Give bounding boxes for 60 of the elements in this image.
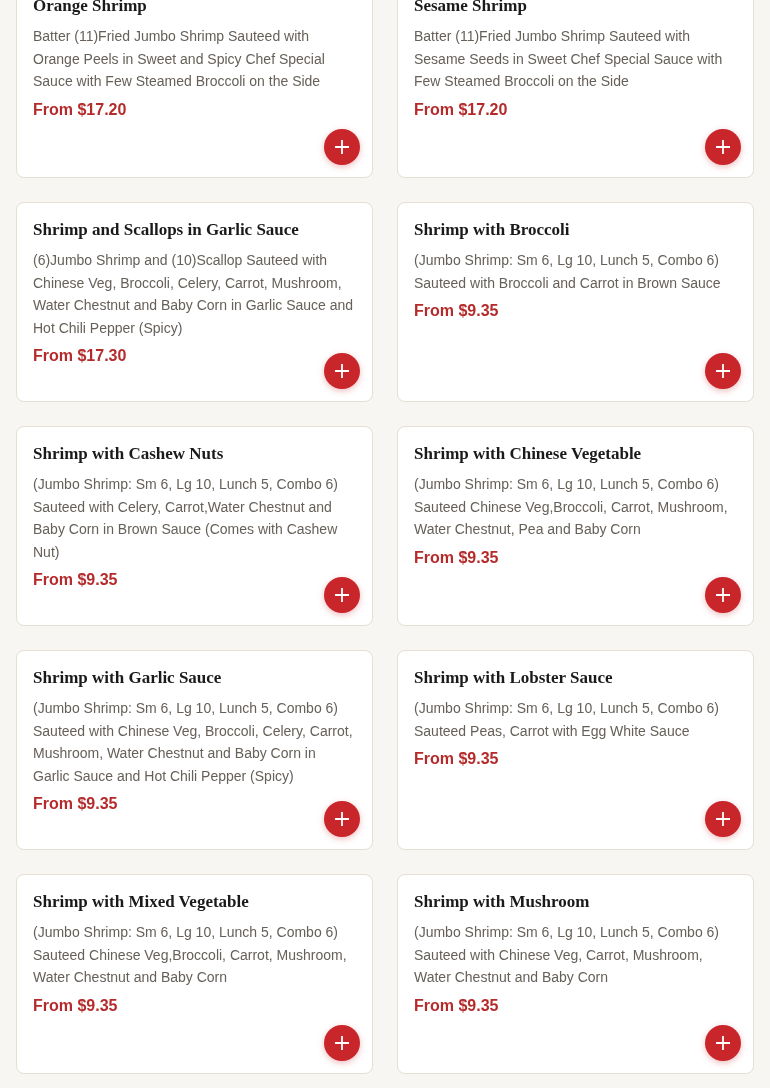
- plus-icon: [335, 588, 349, 602]
- menu-item-card[interactable]: Shrimp with Lobster Sauce (Jumbo Shrimp: Sm 6, Lg 10, Lunch 5, Combo 6) Sauteed Peas, Carrot with Egg White Sauce From $9.35: [397, 650, 754, 850]
- item-name: Shrimp with Mixed Vegetable: [33, 891, 250, 913]
- item-name: Shrimp with Chinese Vegetable: [414, 443, 643, 465]
- item-description: (Jumbo Shrimp: Sm 6, Lg 10, Lunch 5, Combo 6) Sauteed Chinese Veg,Broccoli, Carrot, Mushroom, Water Chestnut and Baby Corn: [33, 923, 348, 987]
- item-price: From $9.35: [33, 570, 119, 590]
- item-price: From $9.35: [414, 547, 500, 568]
- add-button[interactable]: [324, 801, 360, 837]
- plus-icon: [335, 364, 349, 378]
- item-description: (Jumbo Shrimp: Sm 6, Lg 10, Lunch 5, Combo 6) Sauteed Peas, Carrot with Egg White Sauce: [414, 699, 721, 741]
- plus-icon: [335, 812, 349, 826]
- menu-item-card[interactable]: [16, 650, 373, 850]
- menu-item-card[interactable]: Shrimp with Mushroom (Jumbo Shrimp: Sm 6, Lg 10, Lunch 5, Combo 6) Sauteed with Chinese Veg, Carrot, Mushroom, Water Chestnut and Baby Corn From $9.35: [397, 874, 754, 1074]
- item-name: Shrimp and Scallops in Garlic Sauce: [33, 219, 300, 241]
- item-price: From $9.35: [414, 995, 500, 1016]
- item-description: (6)Jumbo Shrimp and (10)Scallop Sauteed with Chinese Veg, Broccoli, Celery, Carrot, Mushroom, Water Chestnut and Baby Corn in Garlic Sauce and Hot Chili Pepper (Spicy): [33, 251, 355, 338]
- item-price: From $9.35: [33, 794, 119, 814]
- item-description: (Jumbo Shrimp: Sm 6, Lg 10, Lunch 5, Combo 6) Sauteed with Broccoli and Carrot in Brown Sauce: [414, 251, 722, 293]
- plus-icon: [716, 1036, 730, 1050]
- add-button[interactable]: [705, 577, 741, 613]
- item-description: (Jumbo Shrimp: Sm 6, Lg 10, Lunch 5, Combo 6) Sauteed with Chinese Veg, Broccoli, Celery, Carrot, Mushroom, Water Chestnut and Baby Corn in Garlic Sauce and Hot Chili Pepper (Spicy): [33, 699, 354, 786]
- item-price: From $9.35: [414, 749, 500, 769]
- item-name: Shrimp with Garlic Sauce: [33, 667, 223, 689]
- plus-icon: [716, 364, 730, 378]
- item-name: Shrimp with Lobster Sauce: [414, 667, 614, 689]
- item-name: Shrimp with Mushroom: [414, 891, 591, 913]
- menu-item-card[interactable]: Shrimp with Chinese Vegetable (Jumbo Shrimp: Sm 6, Lg 10, Lunch 5, Combo 6) Sauteed Chinese Veg,Broccoli, Carrot, Mushroom, Water Chestnut, Pea and Baby Corn From $9.35: [397, 426, 754, 626]
- menu-item-card[interactable]: [16, 202, 373, 402]
- add-button[interactable]: [705, 129, 741, 165]
- item-price: From $9.35: [414, 301, 500, 321]
- menu-item-card[interactable]: Shrimp with Broccoli (Jumbo Shrimp: Sm 6, Lg 10, Lunch 5, Combo 6) Sauteed with Broccoli and Carrot in Brown Sauce From $9.35: [397, 202, 754, 402]
- item-name: Shrimp with Broccoli: [414, 219, 571, 241]
- plus-icon: [716, 140, 730, 154]
- add-button[interactable]: [324, 353, 360, 389]
- item-description: Batter (11)Fried Jumbo Shrimp Sauteed with Orange Peels in Sweet and Spicy Chef Special Sauce with Few Steamed Broccoli on the Side: [33, 27, 326, 91]
- menu-item-card[interactable]: Shrimp with Cashew Nuts (Jumbo Shrimp: Sm 6, Lg 10, Lunch 5, Combo 6) Sauteed with Celery, Carrot,Water Chestnut and Baby Corn in Brown Sauce (Comes with Cashew Nut) From $9.35: [16, 426, 373, 626]
- item-name: Sesame Shrimp: [414, 0, 528, 17]
- add-button[interactable]: [324, 577, 360, 613]
- item-price: From $17.30: [33, 346, 128, 366]
- menu-item-card[interactable]: Shrimp with Mixed Vegetable (Jumbo Shrimp: Sm 6, Lg 10, Lunch 5, Combo 6) Sauteed Chinese Veg,Broccoli, Carrot, Mushroom, Water Chestnut and Baby Corn From $9.35: [16, 874, 373, 1074]
- item-price: From $9.35: [33, 995, 119, 1016]
- plus-icon: [716, 812, 730, 826]
- add-button[interactable]: [705, 353, 741, 389]
- plus-icon: [335, 140, 349, 154]
- item-description: (Jumbo Shrimp: Sm 6, Lg 10, Lunch 5, Combo 6) Sauteed with Celery, Carrot,Water Chestnut and Baby Corn in Brown Sauce (Comes with Cashew Nut): [33, 475, 340, 562]
- item-name: Orange Shrimp: [33, 0, 148, 17]
- item-description: (Jumbo Shrimp: Sm 6, Lg 10, Lunch 5, Combo 6) Sauteed Chinese Veg,Broccoli, Carrot, Mushroom, Water Chestnut, Pea and Baby Corn: [414, 475, 729, 539]
- add-button[interactable]: [324, 129, 360, 165]
- menu-item-card[interactable]: Sesame Shrimp Batter (11)Fried Jumbo Shrimp Sauteed with Sesame Seeds in Sweet Chef Special Sauce with Few Steamed Broccoli on the Side From $17.20: [397, 0, 754, 178]
- item-price: From $17.20: [414, 99, 509, 120]
- add-button[interactable]: [324, 1025, 360, 1061]
- plus-icon: [716, 588, 730, 602]
- add-button[interactable]: [705, 1025, 741, 1061]
- plus-icon: [335, 1036, 349, 1050]
- item-description: Batter (11)Fried Jumbo Shrimp Sauteed with Sesame Seeds in Sweet Chef Special Sauce with Few Steamed Broccoli on the Side: [414, 27, 724, 91]
- item-description: (Jumbo Shrimp: Sm 6, Lg 10, Lunch 5, Combo 6) Sauteed with Chinese Veg, Carrot, Mushroom, Water Chestnut and Baby Corn: [414, 923, 721, 987]
- item-name: Shrimp with Cashew Nuts: [33, 443, 225, 465]
- item-price: From $17.20: [33, 99, 128, 120]
- menu-item-card[interactable]: Orange Shrimp Batter (11)Fried Jumbo Shrimp Sauteed with Orange Peels in Sweet and Spicy Chef Special Sauce with Few Steamed Broccoli on the Side From $17.20: [16, 0, 373, 178]
- add-button[interactable]: [705, 801, 741, 837]
